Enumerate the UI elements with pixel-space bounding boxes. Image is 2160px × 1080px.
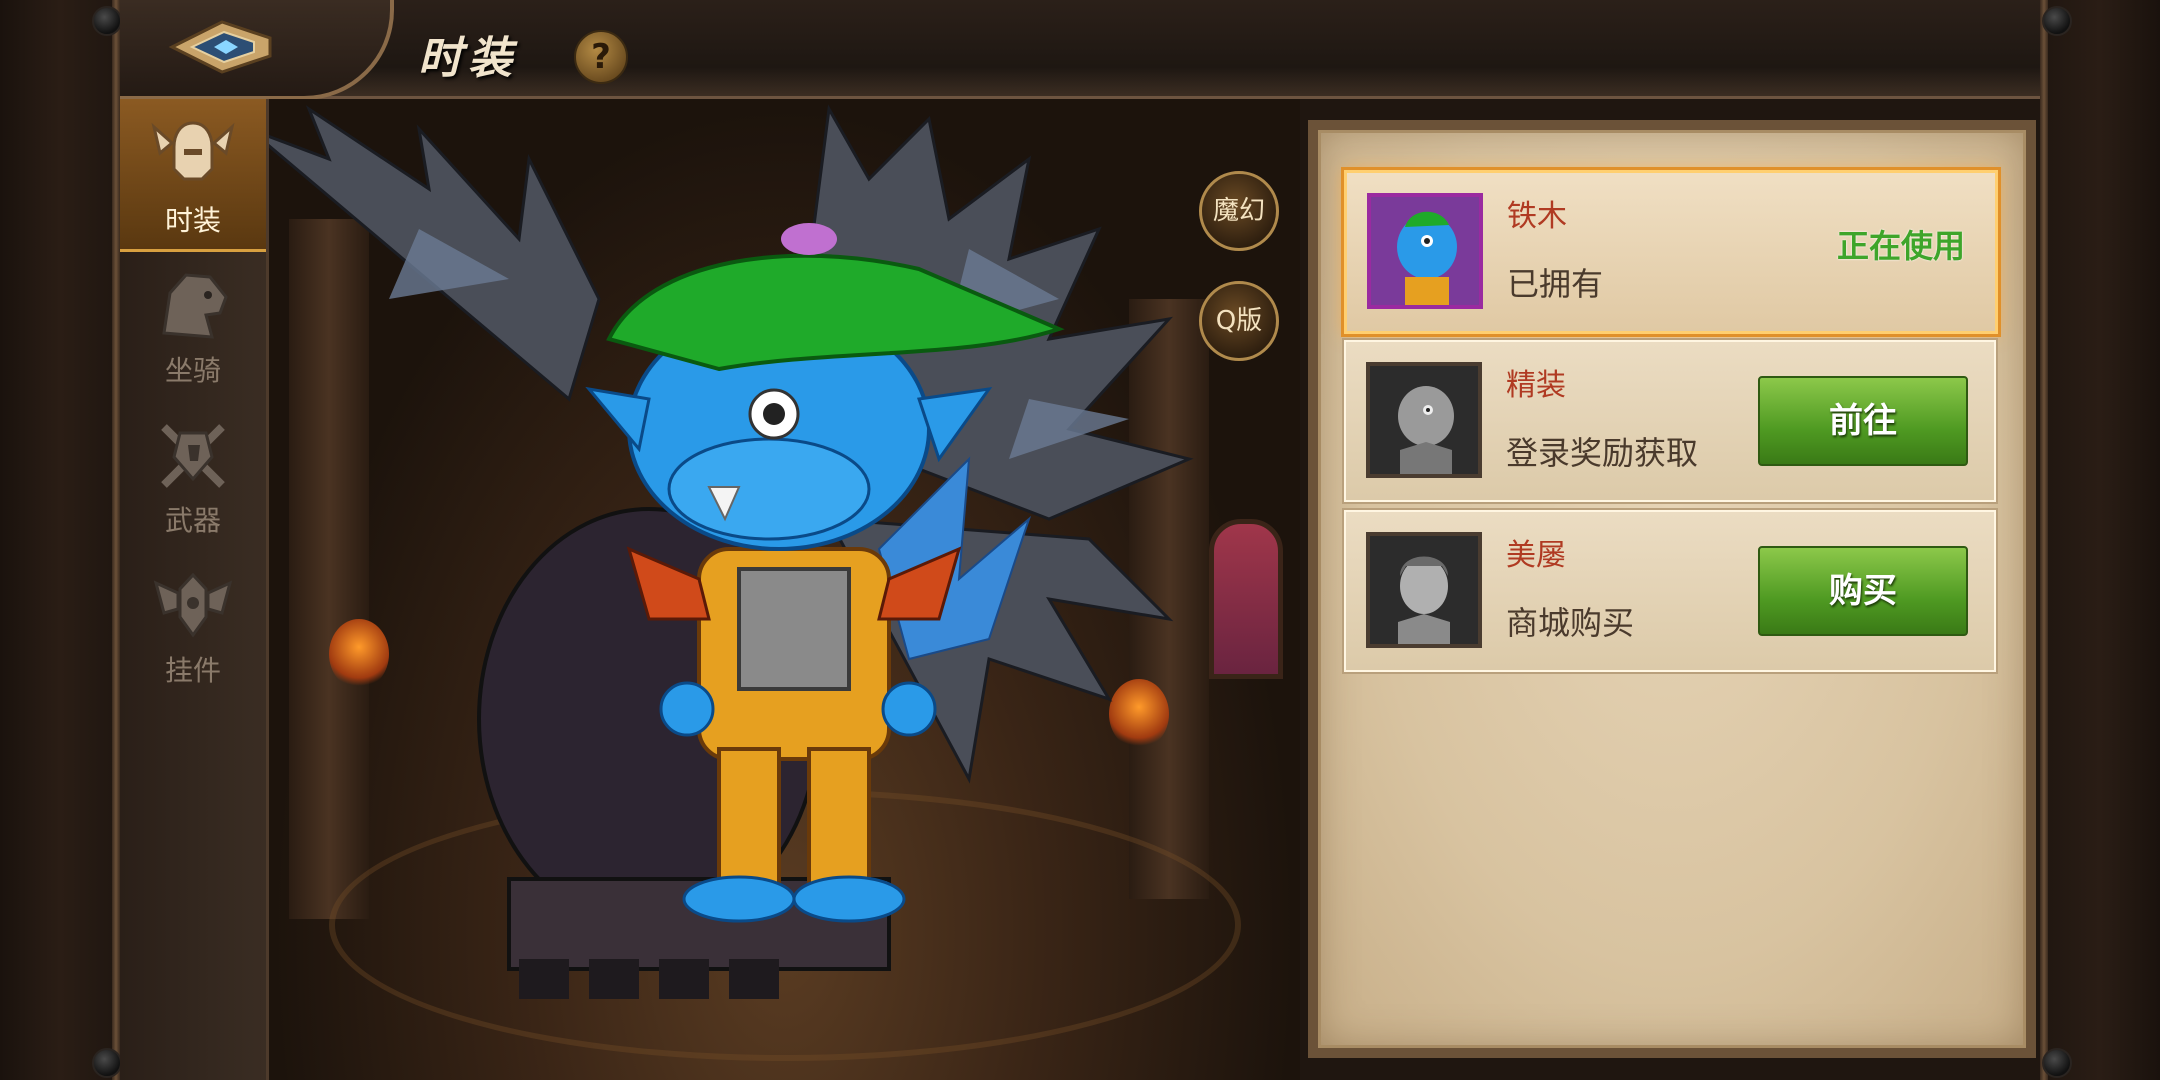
gray-troll-portrait-icon	[1370, 366, 1478, 474]
mode-button-chibi[interactable]: Q版	[1199, 281, 1279, 361]
sidebar-item-pendant[interactable]: 挂件	[120, 549, 266, 699]
skin-list-panel: 铁木 已拥有 正在使用 精装 登录奖励获取 前往 美屡 商城购买 购买	[1308, 120, 2036, 1058]
category-sidebar: 时装 坐骑 武器 挂件	[120, 99, 269, 1080]
in-use-label: 正在使用	[1836, 227, 1965, 265]
back-button[interactable]	[168, 18, 274, 76]
winged-emblem-icon	[153, 572, 233, 638]
gray-human-portrait-icon	[1370, 536, 1478, 644]
sidebar-item-label: 挂件	[164, 654, 221, 687]
buy-button[interactable]: 购买	[1758, 546, 1968, 636]
winged-helmet-icon	[151, 121, 235, 181]
blue-troll-portrait-icon	[1371, 197, 1479, 305]
header-bar	[120, 0, 2040, 99]
back-arrow-icon	[168, 20, 272, 74]
frame-border-left	[112, 0, 120, 1080]
mode-button-fantasy[interactable]: 魔幻	[1199, 171, 1279, 251]
skin-card-tiemu[interactable]: 铁木 已拥有 正在使用	[1344, 170, 1998, 334]
skin-status: 商城购买	[1506, 604, 1635, 642]
rivet	[92, 6, 122, 36]
crossed-weapons-icon	[161, 424, 225, 488]
rivet	[2042, 6, 2072, 36]
mount-head-icon	[162, 273, 228, 339]
goto-button[interactable]: 前往	[1758, 376, 1968, 466]
sidebar-item-label: 武器	[164, 504, 221, 537]
sidebar-item-fashion[interactable]: 时装	[120, 99, 266, 252]
sidebar-item-label: 时装	[164, 204, 221, 237]
skin-name: 美屡	[1506, 538, 1566, 573]
character-preview-scene[interactable]: 魔幻 Q版	[269, 99, 1300, 1080]
help-button[interactable]: ?	[574, 30, 628, 84]
skin-name: 铁木	[1507, 199, 1567, 234]
skin-thumbnail	[1367, 193, 1483, 309]
page-title: 时装	[418, 33, 518, 84]
skin-status: 已拥有	[1507, 265, 1604, 303]
skin-status: 登录奖励获取	[1506, 434, 1699, 472]
sidebar-item-mount[interactable]: 坐骑	[120, 249, 266, 399]
rivet	[2042, 1048, 2072, 1078]
skin-thumbnail	[1366, 362, 1482, 478]
skin-card-jingzhuang[interactable]: 精装 登录奖励获取 前往	[1344, 340, 1996, 502]
sidebar-item-weapon[interactable]: 武器	[120, 399, 266, 549]
skin-name: 精装	[1506, 368, 1566, 403]
frame-border-right	[2040, 0, 2048, 1080]
sidebar-item-label: 坐骑	[164, 354, 221, 387]
skin-thumbnail	[1366, 532, 1482, 648]
rivet	[92, 1048, 122, 1078]
character-model	[269, 104, 1194, 999]
skin-card-meilv[interactable]: 美屡 商城购买 购买	[1344, 510, 1996, 672]
